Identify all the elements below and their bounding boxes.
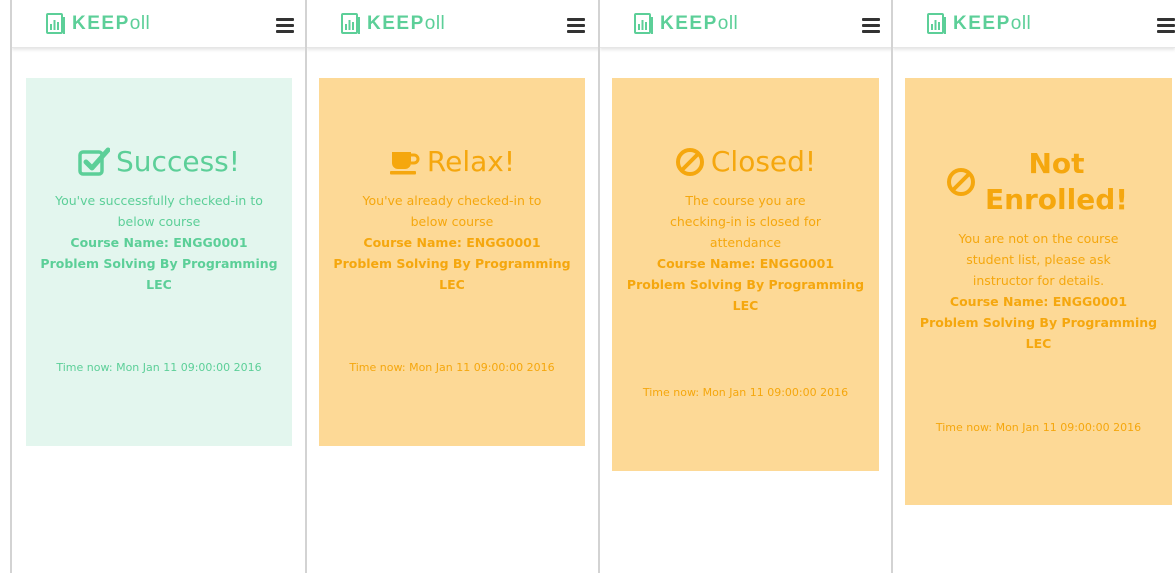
time-now: Time now: Mon Jan 11 09:00:00 2016 xyxy=(642,386,849,399)
course-name: Course Name: ENGG0001 Problem Solving By… xyxy=(40,235,278,292)
hamburger-icon[interactable] xyxy=(276,18,294,33)
brand-name-rest: oll xyxy=(129,13,151,34)
status-title: Not Enrolled! xyxy=(984,147,1129,216)
time-now: Time now: Mon Jan 11 09:00:00 2016 xyxy=(349,361,555,374)
poll-chart-icon xyxy=(341,13,360,34)
status-heading: Success! xyxy=(40,144,278,180)
brand-name: KEEPoll xyxy=(72,13,150,35)
screen-relax: KEEPoll Relax! You've already checked-in… xyxy=(305,0,600,573)
app-logo[interactable]: KEEPoll xyxy=(341,12,445,36)
status-card-closed: Closed! The course you are checking-in i… xyxy=(612,78,879,471)
poll-chart-icon xyxy=(46,13,65,34)
top-navbar: KEEPoll xyxy=(600,0,893,48)
brand-name-bold: KEEP xyxy=(367,13,425,34)
screens-row: KEEPoll Success! You've successfully che… xyxy=(0,0,1175,573)
status-heading-line: Not Enrolled! xyxy=(946,146,1132,218)
checkbox-icon xyxy=(78,147,111,176)
status-title: Relax! xyxy=(426,145,516,178)
screen-closed: KEEPoll Closed! The course you are check… xyxy=(598,0,893,573)
time-now: Time now: Mon Jan 11 09:00:00 2016 xyxy=(935,421,1142,434)
course-name: Course Name: ENGG0001 Problem Solving By… xyxy=(626,256,865,313)
status-title: Closed! xyxy=(710,145,817,178)
status-message: The course you are checking-in is closed… xyxy=(669,193,822,250)
brand-name-bold: KEEP xyxy=(72,13,130,34)
coffee-cup-icon xyxy=(389,152,420,175)
status-heading: Relax! xyxy=(333,144,571,180)
brand-name: KEEPoll xyxy=(660,13,738,35)
status-card-success: Success! You've successfully checked-in … xyxy=(26,78,292,446)
ban-icon xyxy=(675,148,704,176)
brand-name-bold: KEEP xyxy=(953,13,1011,34)
status-heading: Closed! xyxy=(626,144,865,180)
course-name: Course Name: ENGG0001 Problem Solving By… xyxy=(919,294,1158,351)
brand-name: KEEPoll xyxy=(953,13,1031,35)
screen-not-enrolled: KEEPoll Not Enrolled! You are not on the… xyxy=(891,0,1175,573)
hamburger-icon[interactable] xyxy=(862,18,880,33)
time-now: Time now: Mon Jan 11 09:00:00 2016 xyxy=(56,361,262,374)
hamburger-icon[interactable] xyxy=(567,18,585,33)
app-logo[interactable]: KEEPoll xyxy=(927,12,1031,36)
course-name: Course Name: ENGG0001 Problem Solving By… xyxy=(333,235,571,292)
screen-success: KEEPoll Success! You've successfully che… xyxy=(10,0,306,573)
brand-name-rest: oll xyxy=(424,13,446,34)
brand-name: KEEPoll xyxy=(367,13,445,35)
brand-name-rest: oll xyxy=(1010,13,1032,34)
top-navbar: KEEPoll xyxy=(893,0,1175,48)
top-navbar: KEEPoll xyxy=(307,0,600,48)
status-card-not-enrolled: Not Enrolled! You are not on the course … xyxy=(905,78,1172,505)
app-logo[interactable]: KEEPoll xyxy=(634,12,738,36)
top-navbar: KEEPoll xyxy=(12,0,306,48)
poll-chart-icon xyxy=(634,13,653,34)
poll-chart-icon xyxy=(927,13,946,34)
ban-icon xyxy=(946,168,975,196)
status-message: You are not on the course student list, … xyxy=(958,231,1119,288)
status-heading: Not Enrolled! xyxy=(919,146,1158,218)
status-message: You've successfully checked-in to below … xyxy=(55,193,263,229)
brand-name-bold: KEEP xyxy=(660,13,718,34)
brand-name-rest: oll xyxy=(717,13,739,34)
hamburger-icon[interactable] xyxy=(1157,18,1175,33)
status-title: Success! xyxy=(116,145,240,178)
status-card-relax: Relax! You've already checked-in to belo… xyxy=(319,78,585,446)
status-message: You've already checked-in to below cours… xyxy=(362,193,542,229)
app-logo[interactable]: KEEPoll xyxy=(46,12,150,36)
